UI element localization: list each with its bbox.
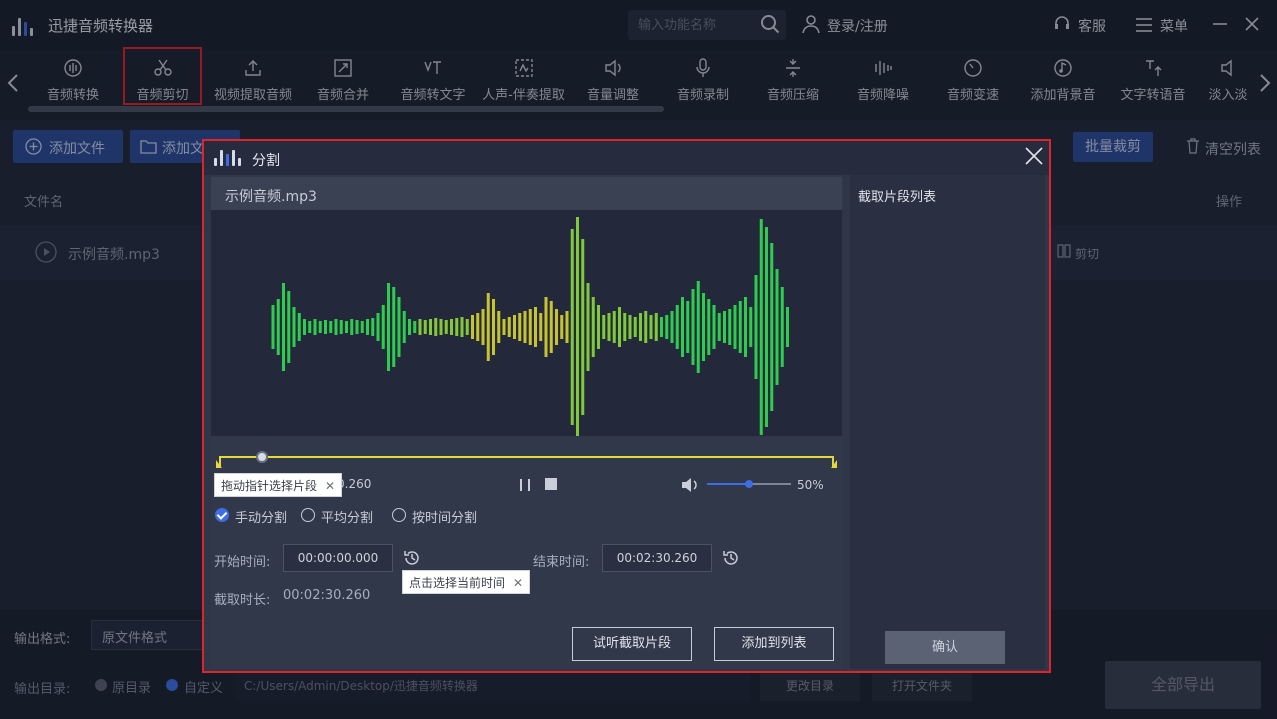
duration-label: 截取时长: — [214, 593, 271, 608]
clock-hint-text: 点击选择当前时间 — [409, 576, 506, 590]
mode-manual-label: 手动分割 — [235, 511, 288, 526]
stop-icon[interactable] — [545, 478, 557, 490]
mode-time-label: 按时间分割 — [412, 511, 478, 526]
dialog-filename: 示例音频.mp3 — [225, 189, 317, 205]
duration-value: 00:02:30.260 — [283, 588, 371, 603]
clock-hint-tooltip: 点击选择当前时间 ✕ — [402, 570, 531, 594]
start-time-label: 开始时间: — [214, 555, 271, 570]
clock-reset-icon[interactable] — [722, 549, 740, 567]
start-time-input[interactable]: 00:00:00.000 — [283, 544, 393, 572]
close-icon[interactable] — [1024, 146, 1044, 166]
waveform-display[interactable] — [211, 210, 842, 436]
drag-hint-text: 拖动指针选择片段 — [221, 479, 318, 493]
current-time-readout: 0.260 — [337, 477, 372, 491]
preview-segment-button[interactable]: 试听截取片段 — [572, 627, 692, 661]
end-time-input[interactable]: 00:02:30.260 — [602, 544, 712, 572]
playhead-knob — [256, 451, 269, 463]
mode-average-label: 平均分割 — [321, 511, 374, 526]
volume-slider-knob[interactable] — [745, 480, 753, 488]
radio-average-split[interactable] — [301, 508, 315, 522]
end-time-label: 结束时间: — [533, 555, 590, 570]
pause-icon[interactable] — [517, 477, 533, 493]
dialog-logo-icon — [214, 148, 242, 166]
volume-percent: 50% — [797, 478, 824, 492]
radio-manual-split[interactable] — [215, 508, 229, 522]
dialog-title: 分割 — [252, 153, 280, 169]
clock-reset-icon[interactable] — [403, 549, 421, 567]
volume-slider-fill — [707, 483, 749, 485]
tooltip-close-icon[interactable]: ✕ — [513, 576, 523, 590]
timeline-slider[interactable] — [211, 436, 842, 470]
add-to-list-button[interactable]: 添加到列表 — [714, 627, 834, 661]
radio-time-split[interactable] — [392, 508, 406, 522]
segment-list-title: 截取片段列表 — [858, 190, 937, 205]
volume-icon[interactable] — [680, 476, 700, 494]
tooltip-close-icon[interactable]: ✕ — [325, 479, 335, 493]
confirm-button[interactable]: 确认 — [885, 631, 1005, 664]
drag-hint-tooltip: 拖动指针选择片段 ✕ — [214, 473, 343, 497]
segment-list-pane — [850, 175, 1045, 669]
dialog-header — [204, 141, 1049, 175]
